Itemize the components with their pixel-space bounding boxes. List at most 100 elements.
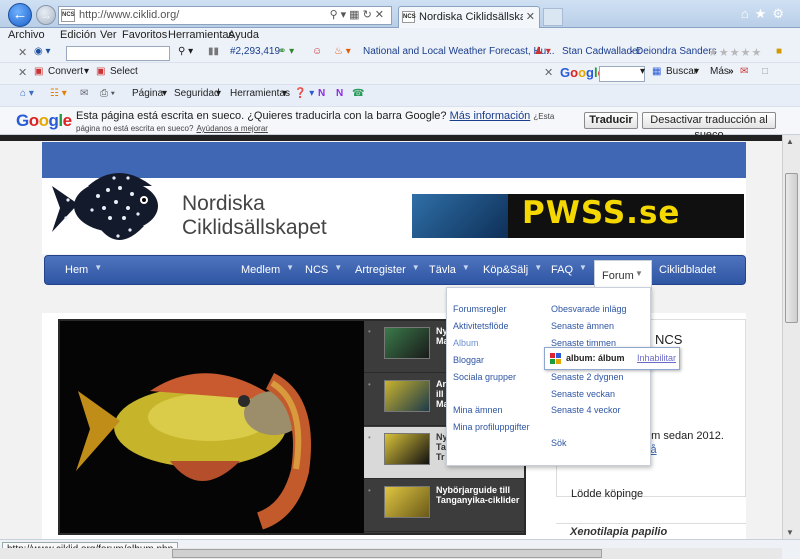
security-menu[interactable]: Seguridad xyxy=(174,88,220,99)
scroll-up-icon[interactable]: ▲ xyxy=(786,137,794,146)
dd-senaste-veckan[interactable]: Senaste veckan xyxy=(551,389,615,399)
close-tab-icon[interactable]: ✕ xyxy=(526,10,535,23)
slider-thumb-4[interactable]: • Nybörjarguide till Tanganyika-ciklider xyxy=(364,480,524,532)
select-button[interactable]: Select xyxy=(110,66,138,77)
address-tools[interactable]: ⚲▾▦↻✕ xyxy=(330,8,387,21)
menu-ver[interactable]: Ver xyxy=(100,29,117,41)
translate-button[interactable]: Traducir xyxy=(584,112,638,129)
nav-artregister[interactable]: Artregister ▼ xyxy=(355,263,420,276)
read-mail-icon[interactable]: ✉ xyxy=(80,88,88,99)
site-title-line2: Ciklidsällskapet xyxy=(182,216,327,239)
forward-button[interactable]: → xyxy=(36,5,56,25)
translate-tooltip: album: álbum Inhabilitar xyxy=(544,347,680,370)
vertical-scrollbar[interactable]: ▲ ▼ xyxy=(782,135,800,539)
close-toolbar2-icon[interactable]: ✕ xyxy=(18,66,27,79)
home-icon[interactable]: ⌂ ▾ xyxy=(20,88,34,99)
dd-mina-amnen[interactable]: Mina ämnen xyxy=(453,405,503,415)
help-improve-link[interactable]: Ayúdanos a mejorar xyxy=(196,124,267,133)
menu-archivo[interactable]: Archivo xyxy=(8,29,45,41)
dd-album[interactable]: Album xyxy=(453,338,479,348)
bar-chart-icon: ▮▮ xyxy=(208,46,220,57)
google-search-input[interactable] xyxy=(599,66,645,82)
close-toolbar-icon[interactable]: ✕ xyxy=(18,46,27,59)
tooltip-disable-link[interactable]: Inhabilitar xyxy=(637,353,676,363)
species-title[interactable]: Xenotilapia papilio xyxy=(570,526,667,538)
toolbar-count: #2,293,419 xyxy=(230,46,281,57)
dd-sociala-grupper[interactable]: Sociala grupper xyxy=(453,372,516,382)
dd-bloggar[interactable]: Bloggar xyxy=(453,355,484,365)
nav-forum[interactable]: Forum ▼ xyxy=(594,260,652,290)
search-icon[interactable]: ⚲ ▾ xyxy=(178,46,193,57)
people-icon[interactable]: ♟ ▾ xyxy=(534,46,551,57)
fish-logo-icon[interactable] xyxy=(48,160,164,260)
nav-kop-salj[interactable]: Köp&Sälj ▼ xyxy=(483,263,542,276)
select-icon: ▣ xyxy=(96,66,106,77)
toolbar-search-input[interactable] xyxy=(66,46,170,61)
smiley-icon[interactable]: ☺ xyxy=(312,46,322,57)
toolbar-logo-icon[interactable]: ◉ ▾ xyxy=(34,46,51,57)
print-icon[interactable]: ⎙ ▾ xyxy=(100,88,115,99)
onenote-icon-1[interactable]: N xyxy=(318,88,325,99)
help-icon[interactable]: ❓ ▾ xyxy=(294,88,314,99)
dd-senaste-amnen[interactable]: Senaste ämnen xyxy=(551,321,614,331)
onenote-icon-2[interactable]: N xyxy=(336,88,343,99)
menu-favoritos[interactable]: Favoritos xyxy=(122,29,167,41)
flame-icon[interactable]: ♨ ▾ xyxy=(334,46,351,57)
dd-forumsregler[interactable]: Forumsregler xyxy=(453,304,507,314)
person-link-2[interactable]: Deiondra Sanders xyxy=(636,46,717,57)
toolbar-options-icon[interactable]: ■ xyxy=(776,46,782,57)
menu-edicion[interactable]: Edición xyxy=(60,29,96,41)
settings-square-icon[interactable]: □ xyxy=(762,66,768,77)
tab-active[interactable]: NCS Nordiska Ciklidsällskapet - ... ✕ xyxy=(398,6,540,28)
horizontal-scroll-thumb[interactable] xyxy=(172,549,602,558)
nav-tavla[interactable]: Tävla ▼ xyxy=(429,263,470,276)
site-title-line1: Nordiska xyxy=(182,192,265,215)
dd-sok[interactable]: Sök xyxy=(551,438,567,448)
dd-aktivitetsflode[interactable]: Aktivitetsflöde xyxy=(453,321,509,331)
page-menu[interactable]: Página xyxy=(132,88,163,99)
google-search-dropdown-icon[interactable]: ▾ xyxy=(640,66,645,77)
dd-obesvarade-inlagg[interactable]: Obesvarade inlägg xyxy=(551,304,627,314)
slide-main-image[interactable] xyxy=(60,321,364,533)
new-tab-button[interactable] xyxy=(543,8,563,26)
more-chevron-icon[interactable]: » xyxy=(728,66,734,77)
banner-text: PWSS.se xyxy=(522,195,681,231)
pwss-banner[interactable]: PWSS.se xyxy=(412,194,744,238)
send-icon[interactable]: ☎ xyxy=(352,88,364,99)
dd-mina-profiluppgifter[interactable]: Mina profiluppgifter xyxy=(453,422,530,432)
convert-button[interactable]: Convert xyxy=(48,66,83,77)
horizontal-scrollbar[interactable] xyxy=(0,548,782,559)
nav-faq[interactable]: FAQ ▼ xyxy=(551,263,587,276)
address-url[interactable]: http://www.ciklid.org/ xyxy=(79,9,179,21)
browser-home-fav-gear-icons[interactable]: ⌂★⚙ xyxy=(741,6,790,22)
link-icon[interactable]: ⚭ ▾ xyxy=(278,46,294,57)
google-g-icon: ▦ xyxy=(652,66,662,77)
dd-senaste-2-dygnen[interactable]: Senaste 2 dygnen xyxy=(551,372,624,382)
browser-titlebar: ← → NCS http://www.ciklid.org/ ⚲▾▦↻✕ NCS… xyxy=(0,0,800,28)
weather-link[interactable]: National and Local Weather Forecast, Hu.… xyxy=(363,46,555,57)
disable-translation-button[interactable]: Desactivar traducción al sueco xyxy=(642,112,776,141)
google-search-button[interactable]: Buscar xyxy=(666,66,697,77)
feeds-icon[interactable]: ☷ ▾ xyxy=(50,88,67,99)
dd-senaste-4-veckor[interactable]: Senaste 4 veckor xyxy=(551,405,621,415)
nav-ncs[interactable]: NCS ▼ xyxy=(305,263,342,276)
menu-herramientas[interactable]: Herramientas xyxy=(168,29,234,41)
close-google-bar-icon[interactable]: ✕ xyxy=(544,66,553,79)
convert-dropdown-icon[interactable]: ▾ xyxy=(84,66,89,77)
gmail-icon[interactable]: ✉ xyxy=(740,66,748,77)
nav-ciklidbladet[interactable]: Ciklidbladet xyxy=(659,264,716,276)
scroll-down-icon[interactable]: ▼ xyxy=(786,528,794,537)
google-translate-logo: Google xyxy=(16,111,72,130)
nav-medlem[interactable]: Medlem ▼ xyxy=(241,263,294,276)
more-button[interactable]: Más xyxy=(710,66,729,77)
address-bar[interactable]: NCS http://www.ciklid.org/ ⚲▾▦↻✕ xyxy=(58,6,392,25)
back-button[interactable]: ← xyxy=(8,3,32,27)
google-search-btn-dropdown-icon[interactable]: ▾ xyxy=(694,66,699,77)
more-info-link[interactable]: Más información xyxy=(450,110,531,122)
nav-hem[interactable]: Hem ▼ xyxy=(65,263,102,276)
scroll-thumb[interactable] xyxy=(785,173,798,323)
rating-stars[interactable]: ★★★★★ xyxy=(708,46,762,59)
site-title[interactable]: Nordiska Ciklidsällskapet xyxy=(182,192,327,240)
tab-title: Nordiska Ciklidsällskapet - ... xyxy=(419,11,523,23)
menu-ayuda[interactable]: Ayuda xyxy=(228,29,259,41)
